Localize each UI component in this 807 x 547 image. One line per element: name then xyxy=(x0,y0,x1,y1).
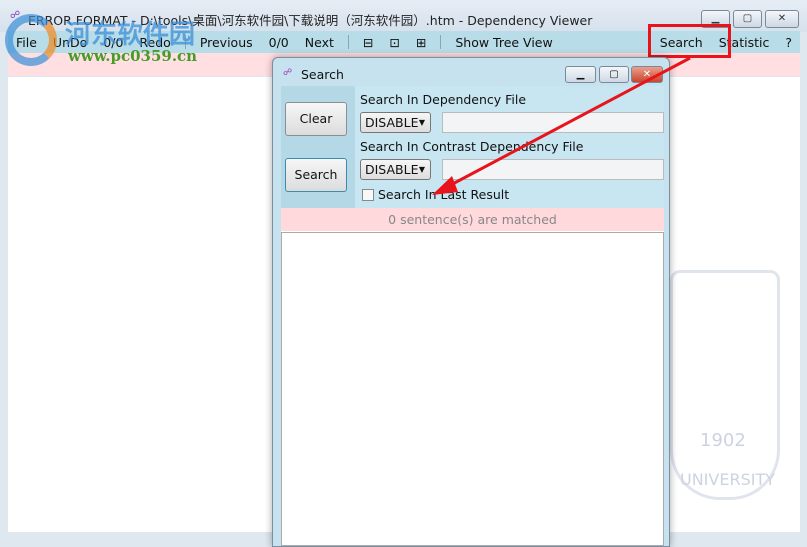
search-button[interactable]: Search xyxy=(285,158,347,192)
restore-icon[interactable]: ⊡ xyxy=(381,35,407,50)
dropdown-arrow-icon: ▼ xyxy=(418,118,425,127)
dialog-minimize-button[interactable]: ▁ xyxy=(565,66,596,83)
dialog-icon: ☍ xyxy=(283,68,293,78)
divider xyxy=(347,35,349,49)
search-dialog: ☍ Search ▁ ▢ ✕ Clear Search Search In De… xyxy=(272,57,670,547)
dialog-close-button[interactable]: ✕ xyxy=(631,66,663,83)
help-menu[interactable]: ? xyxy=(777,35,800,50)
dependency-select[interactable]: DISABLE ▼ xyxy=(360,112,431,133)
close-button[interactable]: ✕ xyxy=(765,10,799,28)
clear-button[interactable]: Clear xyxy=(285,102,347,136)
previous-button[interactable]: Previous xyxy=(192,35,261,50)
dependency-file-label: Search In Dependency File xyxy=(360,92,527,107)
show-tree-view-button[interactable]: Show Tree View xyxy=(447,35,560,50)
watermark-logo-icon xyxy=(5,14,57,66)
highlight-box xyxy=(648,24,731,58)
expand-icon[interactable]: ⊞ xyxy=(408,35,434,50)
match-count: 0/0 xyxy=(268,34,289,50)
watermark-logo-text: 河东软件园 xyxy=(65,20,196,50)
results-list[interactable] xyxy=(281,232,664,546)
seal-text: UNIVERSITY xyxy=(680,470,775,489)
watermark-url: www.pc0359.cn xyxy=(68,47,198,65)
contrast-search-input[interactable] xyxy=(442,159,664,180)
collapse-icon[interactable]: ⊟ xyxy=(355,35,381,50)
dependency-select-value: DISABLE xyxy=(365,115,419,130)
last-result-checkbox[interactable] xyxy=(362,189,374,201)
search-options: Search In Dependency File DISABLE ▼ Searc… xyxy=(355,86,664,208)
button-column: Clear Search xyxy=(281,86,355,208)
contrast-select[interactable]: DISABLE ▼ xyxy=(360,159,431,180)
dropdown-arrow-icon: ▼ xyxy=(418,165,425,174)
next-button[interactable]: Next xyxy=(297,35,342,50)
divider xyxy=(440,35,442,49)
match-status: 0 sentence(s) are matched xyxy=(281,208,664,231)
dialog-body: Clear Search Search In Dependency File D… xyxy=(281,86,664,546)
dialog-maximize-button[interactable]: ▢ xyxy=(599,66,629,83)
seal-year: 1902 xyxy=(700,430,746,451)
dialog-title: Search xyxy=(301,67,344,82)
maximize-button[interactable]: ▢ xyxy=(733,10,762,28)
last-result-label[interactable]: Search In Last Result xyxy=(378,187,509,202)
contrast-file-label: Search In Contrast Dependency File xyxy=(360,139,584,154)
dependency-search-input[interactable] xyxy=(442,112,664,133)
seal-watermark xyxy=(670,270,780,500)
sentence-list-pane[interactable] xyxy=(8,77,271,532)
contrast-select-value: DISABLE xyxy=(365,162,419,177)
